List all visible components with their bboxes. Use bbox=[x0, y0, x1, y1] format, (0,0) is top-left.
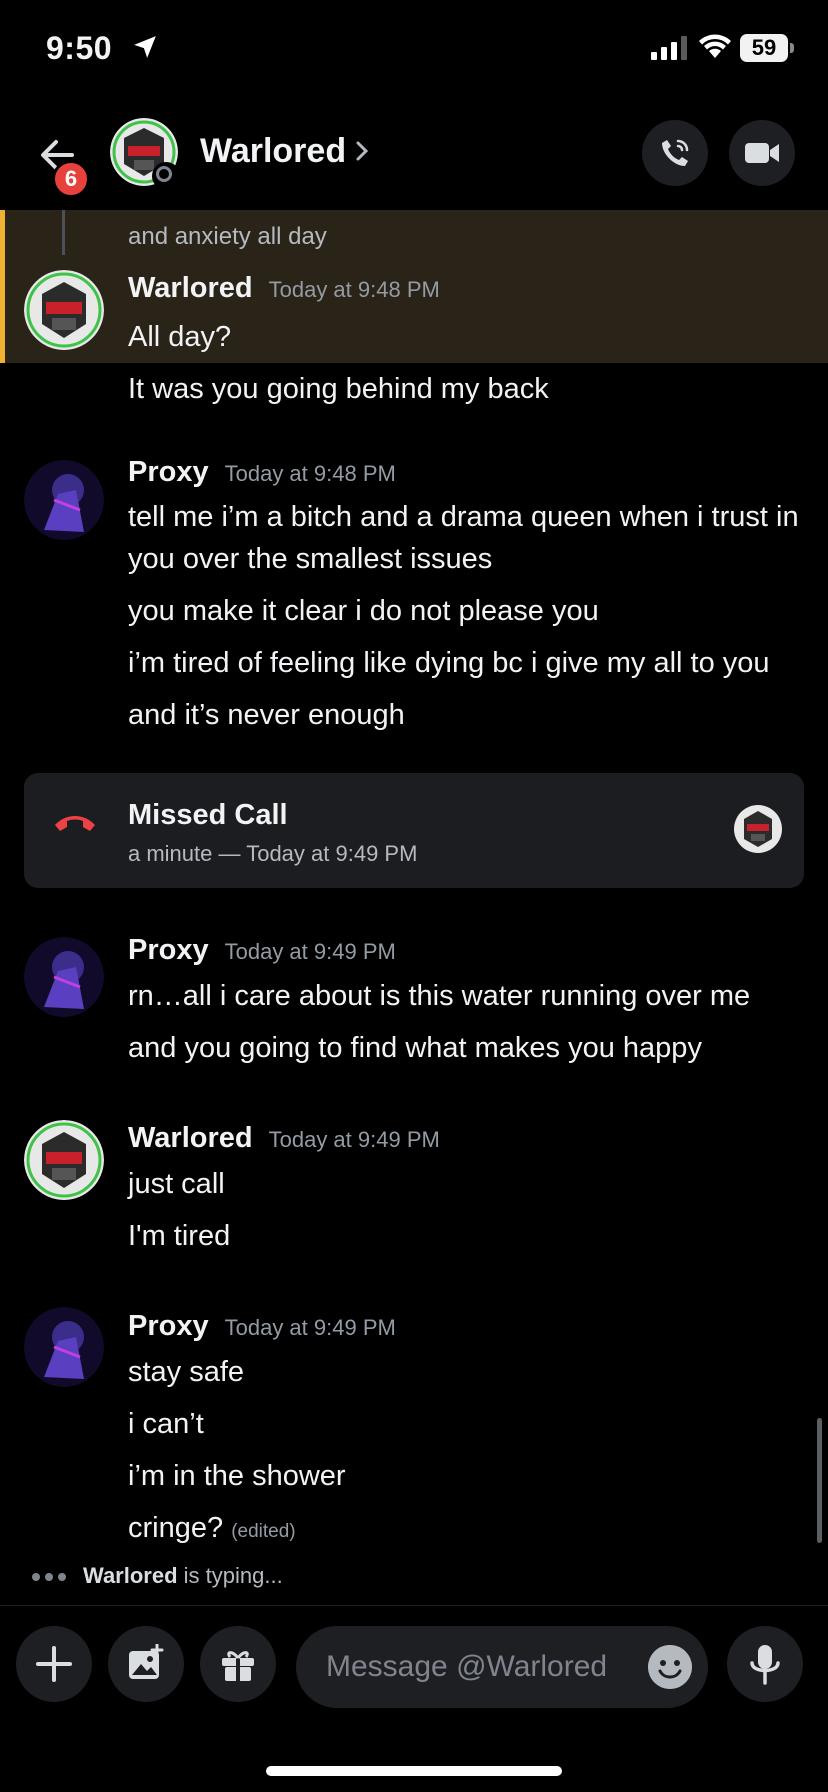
message-timestamp: Today at 9:49 PM bbox=[224, 939, 396, 964]
gallery-button[interactable] bbox=[108, 1626, 184, 1702]
home-indicator[interactable] bbox=[266, 1766, 562, 1776]
message-input[interactable] bbox=[324, 1644, 628, 1690]
message-text[interactable]: i can’t bbox=[128, 1403, 808, 1445]
avatar-proxy[interactable] bbox=[24, 1307, 104, 1387]
avatar-proxy[interactable] bbox=[24, 460, 104, 540]
message-list[interactable]: and anxiety all day Warlored Today at 9:4… bbox=[0, 210, 828, 1605]
gift-icon bbox=[222, 1651, 254, 1681]
message-text[interactable]: i’m in the shower bbox=[128, 1455, 808, 1497]
avatar-proxy[interactable] bbox=[24, 937, 104, 1017]
caller-avatar bbox=[734, 805, 782, 853]
missed-call-subtitle: a minute — Today at 9:49 PM bbox=[128, 841, 418, 866]
typing-dots-icon bbox=[32, 1563, 71, 1589]
message-text[interactable]: All day? bbox=[128, 316, 808, 358]
edited-label: (edited) bbox=[231, 1521, 296, 1542]
avatar-warlored[interactable] bbox=[24, 1120, 104, 1200]
phone-hangup-icon bbox=[55, 816, 95, 831]
message-timestamp: Today at 9:48 PM bbox=[268, 277, 440, 302]
message-author[interactable]: Proxy Today at 9:49 PM bbox=[128, 934, 396, 967]
gift-button[interactable] bbox=[200, 1626, 276, 1702]
message-text[interactable]: cringe? (edited) bbox=[128, 1507, 808, 1553]
reply-preview-text[interactable]: and anxiety all day bbox=[128, 223, 327, 251]
microphone-icon bbox=[750, 1645, 780, 1685]
missed-call-title: Missed Call bbox=[128, 799, 288, 831]
status-bar: 9:50 59 bbox=[0, 0, 828, 100]
message-text[interactable]: rn…all i care about is this water runnin… bbox=[128, 975, 808, 1017]
chevron-right-icon[interactable] bbox=[355, 140, 369, 162]
emoji-icon[interactable] bbox=[648, 1645, 692, 1689]
message-timestamp: Today at 9:49 PM bbox=[268, 1127, 440, 1152]
scrollbar[interactable] bbox=[817, 1418, 822, 1543]
voice-call-button[interactable] bbox=[642, 120, 708, 186]
cellular-signal-icon bbox=[651, 36, 687, 60]
message-text[interactable]: I'm tired bbox=[128, 1215, 808, 1257]
chat-header: 6 Warlored bbox=[0, 100, 828, 210]
message-composer bbox=[0, 1605, 828, 1731]
message-text[interactable]: just call bbox=[128, 1163, 808, 1205]
message-author[interactable]: Warlored Today at 9:48 PM bbox=[128, 272, 440, 305]
message-text[interactable]: tell me i’m a bitch and a drama queen wh… bbox=[128, 496, 808, 580]
location-arrow-icon bbox=[134, 36, 156, 58]
message-text[interactable]: you make it clear i do not please you bbox=[128, 590, 808, 632]
message-timestamp: Today at 9:48 PM bbox=[224, 461, 396, 486]
message-author[interactable]: Warlored Today at 9:49 PM bbox=[128, 1122, 440, 1155]
video-camera-icon bbox=[745, 143, 779, 163]
message-text[interactable]: It was you going behind my back bbox=[128, 368, 808, 410]
reply-connector bbox=[62, 210, 65, 255]
contact-name[interactable]: Warlored bbox=[200, 132, 346, 171]
wifi-icon bbox=[699, 34, 731, 58]
message-author[interactable]: Proxy Today at 9:49 PM bbox=[128, 1310, 396, 1343]
add-attachment-button[interactable] bbox=[16, 1626, 92, 1702]
message-input-wrapper[interactable] bbox=[296, 1626, 708, 1708]
unread-badge: 6 bbox=[52, 160, 90, 198]
video-call-button[interactable] bbox=[729, 120, 795, 186]
status-time: 9:50 bbox=[46, 30, 113, 66]
battery-indicator: 59 bbox=[740, 34, 794, 62]
typing-indicator: Warlored is typing... bbox=[32, 1563, 283, 1589]
voice-message-button[interactable] bbox=[727, 1626, 803, 1702]
message-author[interactable]: Proxy Today at 9:48 PM bbox=[128, 456, 396, 489]
message-text[interactable]: stay safe bbox=[128, 1351, 808, 1393]
message-text[interactable]: and you going to find what makes you hap… bbox=[128, 1027, 808, 1069]
missed-call-card[interactable]: Missed Call a minute — Today at 9:49 PM bbox=[24, 773, 804, 888]
phone-call-icon bbox=[662, 139, 689, 166]
offline-status-icon bbox=[152, 162, 180, 190]
message-timestamp: Today at 9:49 PM bbox=[224, 1315, 396, 1340]
image-icon bbox=[129, 1644, 164, 1679]
plus-icon bbox=[36, 1646, 72, 1682]
message-text[interactable]: and it’s never enough bbox=[128, 694, 808, 736]
avatar-warlored[interactable] bbox=[24, 270, 104, 350]
message-text[interactable]: i’m tired of feeling like dying bc i giv… bbox=[128, 642, 808, 684]
